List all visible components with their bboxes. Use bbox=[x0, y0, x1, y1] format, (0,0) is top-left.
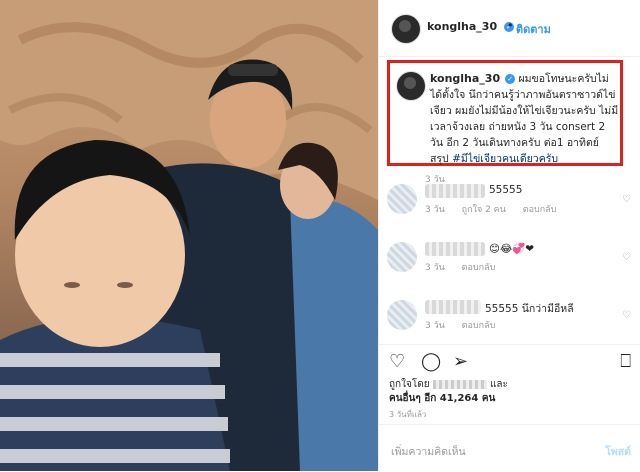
comment-reply-button[interactable]: ตอบกลับ bbox=[462, 263, 496, 273]
comment-text: 😊😂💞❤ bbox=[489, 243, 535, 255]
comment-text: 55555 bbox=[489, 184, 523, 196]
liked-by-user-blurred[interactable] bbox=[432, 379, 487, 389]
header-username[interactable]: konglha_30 ✓ bbox=[427, 20, 514, 33]
comment-username-blurred[interactable] bbox=[425, 184, 485, 198]
post-side-panel: konglha_30 ✓ • ติดตาม konglha_30 ✓ ผมขอโท… bbox=[378, 0, 640, 471]
post-header: konglha_30 ✓ • ติดตาม bbox=[379, 0, 640, 57]
comment-likes[interactable]: ถูกใจ 2 คน bbox=[462, 205, 506, 215]
follow-button[interactable]: ติดตาม bbox=[516, 20, 551, 38]
comment-avatar[interactable] bbox=[387, 300, 417, 330]
separator-dot: • bbox=[507, 19, 514, 32]
comment-avatar[interactable] bbox=[387, 242, 417, 272]
caption-highlight-box: konglha_30 ✓ ผมขอโทษนะครับไม่ได้ตั้งใจ นึ… bbox=[387, 60, 623, 166]
comment-meta: 3 วัน ตอบกลับ bbox=[425, 260, 509, 274]
likes-count[interactable]: คนอื่นๆ อีก 41,264 คน bbox=[389, 391, 495, 406]
action-bar: ♡ ◯ ➢ ⎕ bbox=[379, 344, 640, 375]
add-comment-bar: เพิ่มความคิดเห็น โพสต์ bbox=[379, 424, 640, 472]
caption-username[interactable]: konglha_30 bbox=[430, 72, 500, 85]
instagram-post: konglha_30 ✓ • ติดตาม konglha_30 ✓ ผมขอโท… bbox=[0, 0, 640, 471]
liked-by-prefix: ถูกใจโดย bbox=[389, 379, 430, 390]
caption-hashtag[interactable]: #มีไข่เจียวคนเดียวครับ bbox=[452, 153, 558, 165]
post-photo[interactable] bbox=[0, 0, 378, 471]
liked-by-suffix: และ bbox=[489, 379, 508, 390]
share-icon[interactable]: ➢ bbox=[453, 351, 468, 372]
comment-item: 😊😂💞❤ 3 วัน ตอบกลับ ♡ bbox=[387, 236, 637, 280]
post-time-ago: 3 วันที่แล้ว bbox=[389, 410, 427, 419]
liked-by-line: ถูกใจโดย และ bbox=[389, 377, 508, 392]
add-comment-input[interactable]: เพิ่มความคิดเห็น bbox=[391, 443, 466, 460]
bookmark-icon[interactable]: ⎕ bbox=[620, 351, 631, 372]
comment-time: 3 วัน bbox=[425, 321, 445, 331]
comment-item: 55555 นึกว่ามีอีหลี 3 วัน ตอบกลับ ♡ bbox=[387, 294, 637, 338]
comment-text: 55555 นึกว่ามีอีหลี bbox=[485, 303, 574, 315]
comment-heart-icon[interactable]: ♡ bbox=[622, 194, 631, 205]
comment-meta: 3 วัน ตอบกลับ bbox=[425, 318, 509, 332]
comment-avatar[interactable] bbox=[387, 184, 417, 214]
caption-avatar[interactable] bbox=[396, 71, 426, 101]
comment-heart-icon[interactable]: ♡ bbox=[622, 310, 631, 321]
heart-icon[interactable]: ♡ bbox=[389, 351, 405, 372]
comment-reply-button[interactable]: ตอบกลับ bbox=[462, 321, 496, 331]
verified-badge-icon: ✓ bbox=[505, 74, 516, 84]
caption-text: konglha_30 ✓ ผมขอโทษนะครับไม่ได้ตั้งใจ นึ… bbox=[430, 71, 620, 167]
comment-username-blurred[interactable] bbox=[425, 300, 481, 314]
post-comment-button[interactable]: โพสต์ bbox=[605, 443, 631, 460]
family-selfie-image bbox=[0, 0, 378, 471]
avatar[interactable] bbox=[391, 14, 421, 44]
comment-reply-button[interactable]: ตอบกลับ bbox=[523, 205, 557, 215]
comment-item: 55555 3 วัน ถูกใจ 2 คน ตอบกลับ ♡ bbox=[387, 178, 637, 222]
comment-icon[interactable]: ◯ bbox=[421, 351, 441, 372]
header-username-label[interactable]: konglha_30 bbox=[427, 20, 497, 33]
caption-body: ผมขอโทษนะครับไม่ได้ตั้งใจ นึกว่าคนรู้ว่า… bbox=[430, 73, 619, 165]
comment-time: 3 วัน bbox=[425, 205, 445, 215]
comment-heart-icon[interactable]: ♡ bbox=[622, 252, 631, 263]
comment-username-blurred[interactable] bbox=[425, 242, 485, 256]
comment-meta: 3 วัน ถูกใจ 2 คน ตอบกลับ bbox=[425, 202, 570, 216]
comment-time: 3 วัน bbox=[425, 263, 445, 273]
